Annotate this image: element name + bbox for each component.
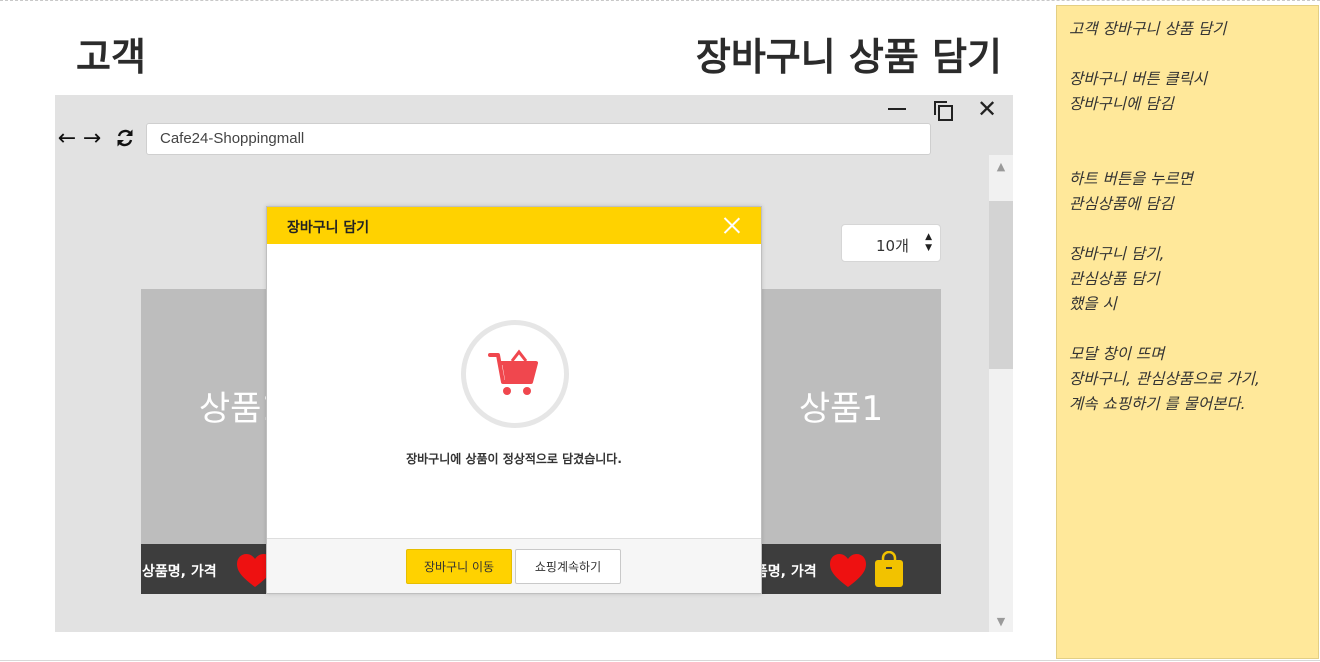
note-line: 장바구니에 담김 (1069, 95, 1174, 113)
note-line: 관심상품 담기 (1069, 270, 1160, 288)
cart-success-badge (461, 320, 569, 428)
quantity-value: 10개 (876, 237, 909, 255)
modal-message: 장바구니에 상품이 정상적으로 담겼습니다. (406, 452, 622, 466)
modal-close-icon[interactable] (723, 216, 741, 234)
close-window-button[interactable]: ✕ (973, 95, 1001, 123)
restore-icon (934, 101, 953, 121)
reload-button[interactable] (113, 124, 137, 152)
actor-title: 고객 (76, 35, 146, 79)
note-line (1069, 217, 1306, 242)
scroll-thumb[interactable] (989, 201, 1013, 369)
note-line: 했을 시 (1069, 295, 1117, 313)
sticky-note: 고객 장바구니 상품 담기장바구니 버튼 클릭시장바구니에 담김하트 버튼을 누… (1056, 5, 1319, 659)
modal-title: 장바구니 담기 (287, 220, 370, 236)
note-line (1069, 42, 1306, 67)
scrollbar[interactable]: ▲ ▼ (989, 155, 1013, 632)
close-icon: ✕ (976, 95, 998, 123)
quantity-select[interactable]: 10개 ▲ ▼ (841, 224, 941, 262)
back-button[interactable]: ← (55, 124, 79, 152)
bottom-divider (0, 660, 1320, 661)
note-line: 고객 장바구니 상품 담기 (1069, 20, 1227, 38)
note-line: 장바구니 담기, (1069, 245, 1165, 263)
minimize-icon (888, 108, 906, 110)
add-to-cart-modal: 장바구니 담기 장바구니에 상품이 정상적으로 담겼습니다. 장바구니 이동 쇼… (266, 206, 762, 594)
arrow-left-icon: ← (57, 125, 77, 151)
go-to-cart-button[interactable]: 장바구니 이동 (406, 549, 512, 584)
modal-header: 장바구니 담기 (267, 207, 761, 244)
product-name-price: 상품명, 가격 (142, 564, 217, 580)
stepper-arrows-icon: ▲ ▼ (925, 232, 932, 253)
top-divider (0, 0, 1320, 1)
product-image-label: 상품1 (798, 389, 884, 429)
product-card[interactable]: 상품1 상품명, 가격 (741, 289, 941, 594)
note-line: 관심상품에 담김 (1069, 195, 1174, 213)
maximize-button[interactable] (928, 95, 956, 123)
note-line: 장바구니, 관심상품으로 가기, (1069, 370, 1260, 388)
note-line: 하트 버튼을 누르면 (1069, 170, 1193, 188)
shopping-cart-icon (488, 349, 538, 395)
heart-icon[interactable] (829, 554, 867, 588)
modal-footer: 장바구니 이동 쇼핑계속하기 (267, 538, 761, 593)
minimize-button[interactable] (883, 95, 911, 123)
arrow-right-icon: → (82, 125, 102, 151)
reload-icon (117, 129, 133, 147)
address-bar[interactable]: Cafe24-Shoppingmall (146, 123, 931, 155)
product-info-bar: 상품명, 가격 (741, 544, 941, 594)
note-line: 장바구니 버튼 클릭시 (1069, 70, 1208, 88)
continue-shopping-button[interactable]: 쇼핑계속하기 (515, 549, 621, 584)
shopping-bag-icon[interactable] (874, 551, 904, 587)
scroll-up-icon[interactable]: ▲ (989, 155, 1013, 177)
scenario-title: 장바구니 상품 담기 (695, 35, 1002, 79)
note-line (1069, 142, 1306, 167)
note-line (1069, 117, 1306, 142)
forward-button[interactable]: → (80, 124, 104, 152)
note-line (1069, 317, 1306, 342)
note-line: 계속 쇼핑하기 를 물어본다. (1069, 395, 1246, 413)
note-line: 모달 창이 뜨며 (1069, 345, 1165, 363)
scroll-down-icon[interactable]: ▼ (989, 610, 1013, 632)
